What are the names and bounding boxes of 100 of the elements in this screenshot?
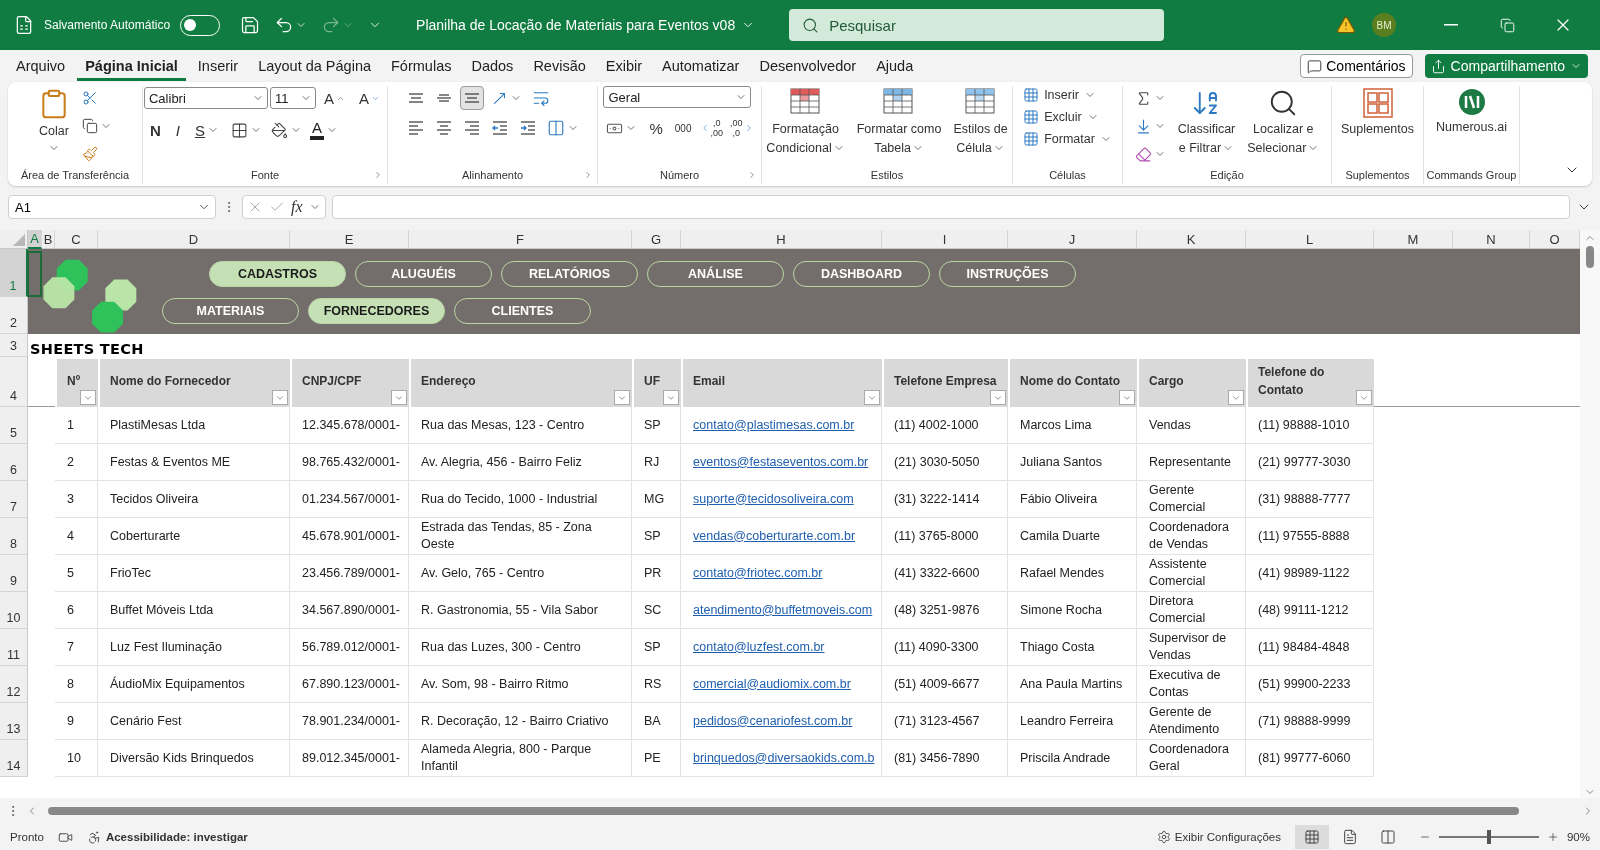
column-letter[interactable]: A xyxy=(28,230,42,249)
user-avatar[interactable]: BM xyxy=(1372,13,1396,37)
font-name-dropdown[interactable]: Calibri xyxy=(144,87,268,109)
number-format-dropdown[interactable]: Geral xyxy=(603,86,752,108)
column-letter[interactable]: N xyxy=(1453,230,1530,249)
column-letter[interactable]: H xyxy=(681,230,882,249)
column-letter[interactable]: C xyxy=(55,230,98,249)
shrink-font-button[interactable]: A xyxy=(353,86,386,110)
filter-button[interactable] xyxy=(1119,390,1135,405)
increase-decimal-button[interactable]: ,0 ,00 xyxy=(697,118,725,138)
column-letter[interactable]: E xyxy=(290,230,409,249)
cells-button[interactable]: Excluir xyxy=(1021,108,1114,126)
filter-button[interactable] xyxy=(391,390,407,405)
row-number[interactable]: 13 xyxy=(0,703,28,740)
zoom-thumb[interactable] xyxy=(1486,830,1491,844)
email-link[interactable]: contato@friotec.com.br xyxy=(681,555,882,592)
filter-button[interactable] xyxy=(272,390,288,405)
filter-button[interactable] xyxy=(663,390,679,405)
menu-tab[interactable]: Inserir xyxy=(189,51,247,81)
filter-button[interactable] xyxy=(80,390,96,405)
grow-font-button[interactable]: A xyxy=(318,86,351,110)
scroll-thumb[interactable] xyxy=(1586,246,1594,268)
email-link[interactable]: brinquedos@diversaokids.com.b xyxy=(681,740,882,777)
column-letter[interactable]: K xyxy=(1137,230,1246,249)
column-letter[interactable]: L xyxy=(1246,230,1374,249)
italic-button[interactable]: I xyxy=(169,118,186,142)
search-field[interactable]: Pesquisar xyxy=(789,9,1165,41)
accessibility-status[interactable]: Acessibilidade: investigar xyxy=(105,831,248,843)
comments-button[interactable]: Comentários xyxy=(1300,54,1413,78)
column-letter[interactable]: B xyxy=(42,230,55,249)
filter-button[interactable] xyxy=(1356,390,1372,405)
name-box[interactable]: A1 xyxy=(8,195,216,219)
column-letter[interactable]: O xyxy=(1530,230,1580,249)
nav-button[interactable]: FORNECEDORES xyxy=(308,298,445,324)
row-number[interactable]: 3 xyxy=(0,334,28,357)
row-number[interactable]: 12 xyxy=(0,666,28,703)
view-settings-link[interactable]: Exibir Configurações xyxy=(1174,831,1281,843)
menu-tab[interactable]: Arquivo xyxy=(8,51,74,81)
column-letter[interactable]: M xyxy=(1374,230,1453,249)
row-number[interactable]: 5 xyxy=(0,407,28,444)
style-button[interactable]: Estilos de Célula xyxy=(950,86,1011,158)
share-button[interactable]: Compartilhamento xyxy=(1424,54,1588,78)
cells-button[interactable]: Inserir xyxy=(1021,86,1114,104)
filter-button[interactable] xyxy=(864,390,880,405)
filter-button[interactable] xyxy=(1228,390,1244,405)
font-color-button[interactable]: A xyxy=(308,118,341,142)
row-number[interactable]: 6 xyxy=(0,444,28,481)
underline-button[interactable]: S xyxy=(189,118,225,142)
row-number[interactable]: 7 xyxy=(0,481,28,518)
column-letter[interactable]: G xyxy=(632,230,681,249)
email-link[interactable]: pedidos@cenariofest.com.br xyxy=(681,703,882,740)
row-number[interactable]: 4 xyxy=(0,357,28,407)
filter-button[interactable] xyxy=(990,390,1006,405)
menu-tab[interactable]: Dados xyxy=(463,51,522,81)
percent-button[interactable]: % xyxy=(643,116,669,140)
filter-button[interactable] xyxy=(614,390,630,405)
document-title[interactable]: Planilha de Locação de Materiais para Eventos v08 xyxy=(410,16,762,34)
menu-tab[interactable]: Automatizar xyxy=(654,51,748,81)
style-button[interactable]: Formatar como Tabela xyxy=(853,86,945,158)
menu-tab[interactable]: Layout da Página xyxy=(250,51,379,81)
email-link[interactable]: suporte@tecidosoliveira.com xyxy=(681,481,882,518)
paste-button[interactable]: Colar xyxy=(35,86,73,156)
sort-filter-button[interactable]: Classificar e Filtrar xyxy=(1174,86,1239,158)
menu-tab[interactable]: Revisão xyxy=(525,51,594,81)
email-link[interactable]: contato@plastimesas.com.br xyxy=(681,407,882,444)
menu-tab[interactable]: Exibir xyxy=(597,51,651,81)
bottom-align-button[interactable] xyxy=(459,86,484,110)
formula-input[interactable] xyxy=(331,195,1570,219)
add-ins-button[interactable]: Suplementos xyxy=(1338,86,1417,139)
email-link[interactable]: contato@luzfest.com.br xyxy=(681,629,882,666)
find-select-button[interactable]: Localizar e Selecionar xyxy=(1244,86,1323,158)
decrease-decimal-button[interactable]: ,00 ,0 xyxy=(728,118,756,138)
column-letter[interactable]: D xyxy=(98,230,290,249)
thousands-button[interactable]: 000 xyxy=(671,116,695,140)
cells-button[interactable]: Formatar xyxy=(1021,130,1114,148)
view-button[interactable] xyxy=(1294,825,1329,849)
nav-button[interactable]: CADASTROS xyxy=(209,261,346,287)
row-number[interactable]: 2 xyxy=(0,297,28,334)
font-size-dropdown[interactable]: 11 xyxy=(270,87,316,109)
email-link[interactable]: comercial@audiomix.com.br xyxy=(681,666,882,703)
menu-tab[interactable]: Desenvolvedor xyxy=(751,51,865,81)
email-link[interactable]: eventos@festaseventos.com.br xyxy=(681,444,882,481)
row-number[interactable]: 9 xyxy=(0,555,28,592)
menu-tab[interactable]: Fórmulas xyxy=(383,51,460,81)
column-letter[interactable]: J xyxy=(1008,230,1137,249)
column-letter[interactable]: I xyxy=(882,230,1008,249)
style-button[interactable]: Formatação Condicional xyxy=(763,86,848,158)
bold-button[interactable]: N xyxy=(144,118,167,142)
row-number[interactable]: 14 xyxy=(0,740,28,777)
row-number[interactable]: 10 xyxy=(0,592,28,629)
email-link[interactable]: vendas@coberturarte.com.br xyxy=(681,518,882,555)
row-number[interactable]: 8 xyxy=(0,518,28,555)
numerous-button[interactable]: Numerous.ai xyxy=(1433,86,1510,137)
menu-tab[interactable]: Ajuda xyxy=(868,51,922,81)
insert-function-label[interactable]: fx xyxy=(291,198,303,216)
scroll-thumb[interactable] xyxy=(48,807,1519,815)
email-link[interactable]: atendimento@buffetmoveis.com xyxy=(681,592,882,629)
zoom-level[interactable]: 90% xyxy=(1566,831,1590,843)
row-number[interactable]: 11 xyxy=(0,629,28,666)
column-letter[interactable]: F xyxy=(409,230,632,249)
